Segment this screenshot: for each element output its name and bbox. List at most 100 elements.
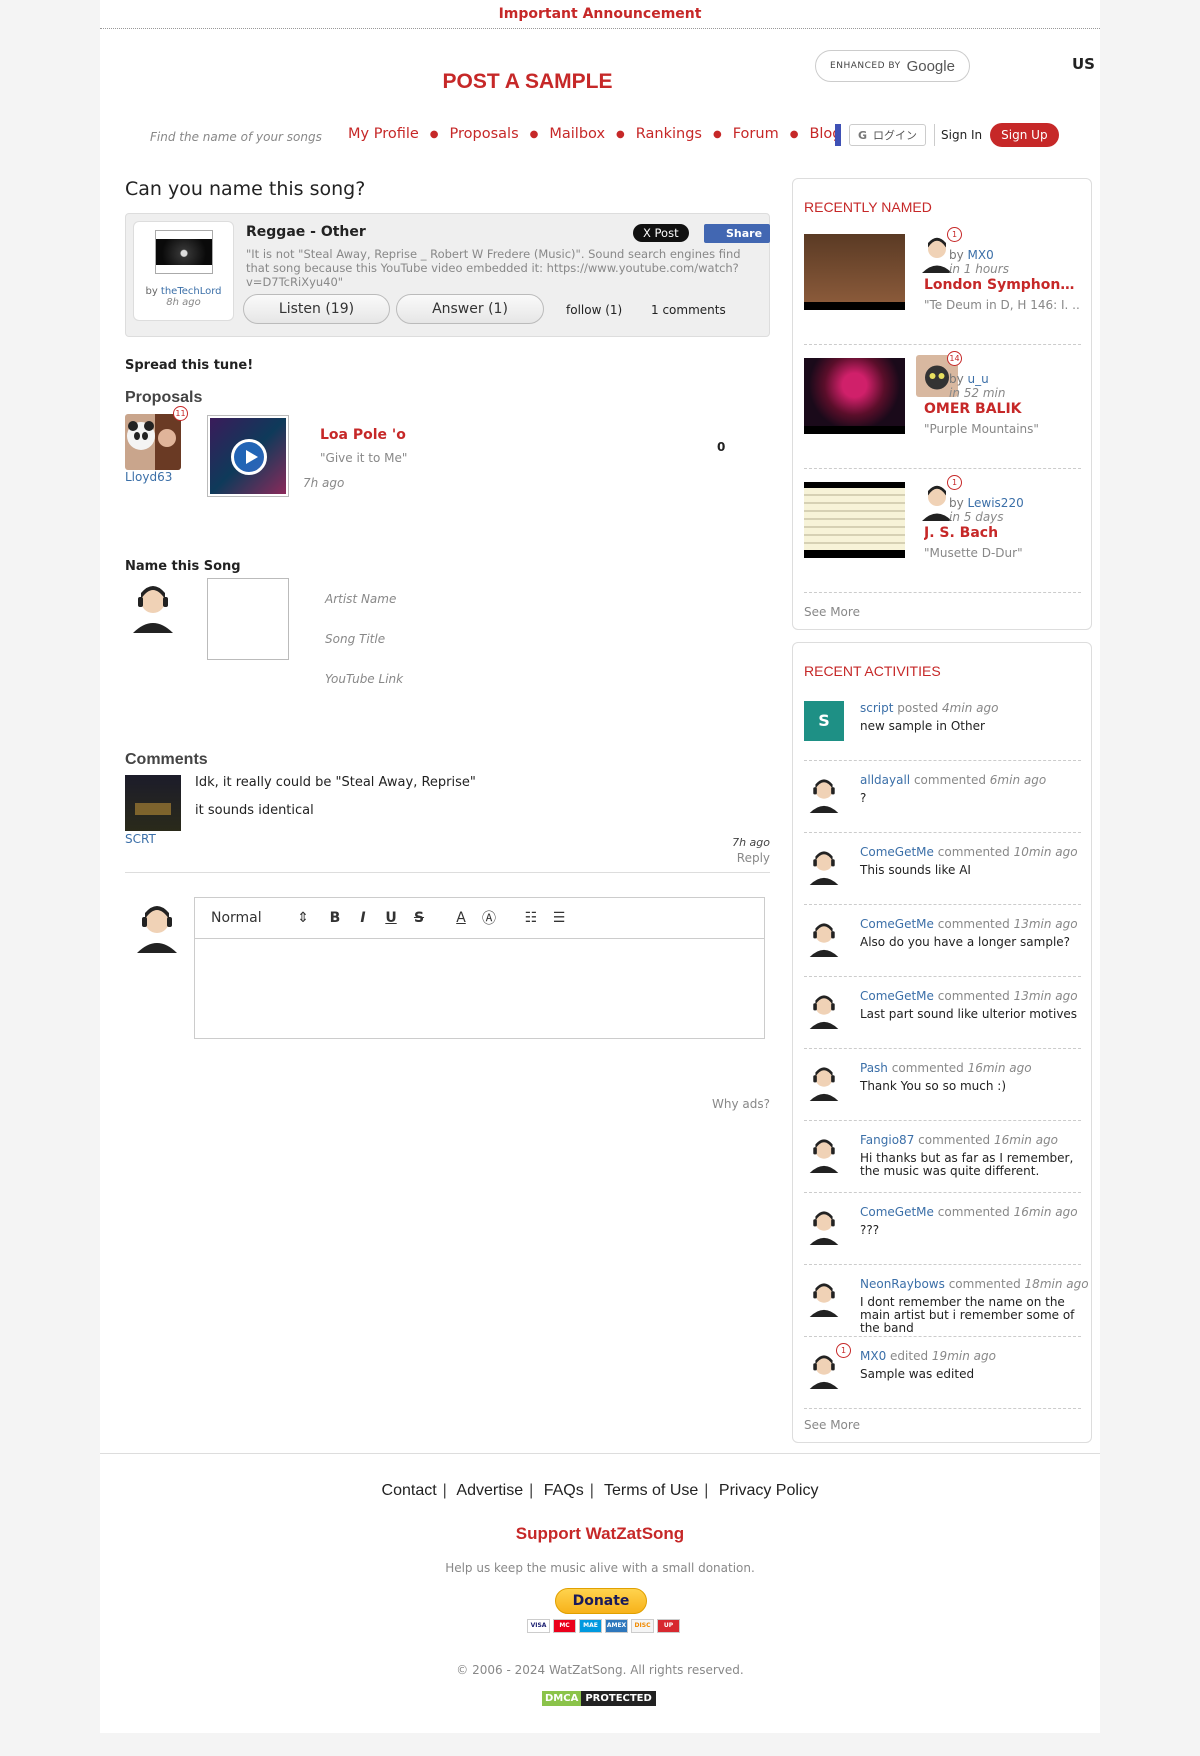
nav-my-profile[interactable]: My Profile <box>348 126 419 142</box>
recent-thumb[interactable] <box>804 358 905 434</box>
recently-named-see-more[interactable]: See More <box>804 605 860 619</box>
activity-item[interactable]: ComeGetMe commented 16min ago??? <box>804 1193 1081 1265</box>
activity-text[interactable]: Thank You so so much :) <box>860 1080 1081 1093</box>
proposal-artist[interactable]: Loa Pole 'o <box>320 427 406 443</box>
footer-contact-link[interactable]: Contact <box>382 1482 437 1499</box>
recent-user-link[interactable]: Lewis220 <box>968 496 1024 510</box>
listen-button[interactable]: Listen (19) <box>243 294 390 324</box>
ordered-list-icon[interactable]: ☷ <box>517 910 545 926</box>
nav-rankings[interactable]: Rankings <box>636 126 702 142</box>
nav-proposals[interactable]: Proposals <box>450 126 519 142</box>
recently-named-item[interactable]: 14 by u_u in 52 min OMER BALIK "Purple M… <box>804 345 1081 469</box>
sign-in-link[interactable]: Sign In <box>934 124 982 146</box>
format-select[interactable]: Normal ⇕ <box>211 910 321 926</box>
footer-faqs-link[interactable]: FAQs <box>544 1482 584 1499</box>
announcement-bar[interactable]: Important Announcement <box>100 0 1100 29</box>
activity-avatar[interactable] <box>804 989 844 1029</box>
commenter-avatar[interactable] <box>125 775 181 831</box>
activity-text[interactable]: ??? <box>860 1224 1081 1237</box>
x-post-button[interactable]: X Post <box>633 224 689 242</box>
activity-avatar[interactable] <box>804 773 844 813</box>
recent-user-link[interactable]: u_u <box>968 372 989 386</box>
facebook-login-edge[interactable] <box>835 124 841 146</box>
footer-advertise-link[interactable]: Advertise <box>456 1482 523 1499</box>
activity-text[interactable]: Also do you have a longer sample? <box>860 936 1081 949</box>
nav-forum[interactable]: Forum <box>733 126 779 142</box>
activity-avatar[interactable] <box>804 917 844 957</box>
activity-user-link[interactable]: MX0 <box>860 1349 886 1363</box>
uploader-avatar[interactable] <box>154 230 213 274</box>
recent-artist[interactable]: London Symphony ... <box>924 277 1081 293</box>
answer-button[interactable]: Answer (1) <box>396 294 544 324</box>
recent-artist[interactable]: OMER BALIK <box>924 401 1081 417</box>
footer-terms-link[interactable]: Terms of Use <box>604 1482 698 1499</box>
activity-user-link[interactable]: alldayall <box>860 773 910 787</box>
activity-user-link[interactable]: NeonRaybows <box>860 1277 945 1291</box>
recent-user-link[interactable]: MX0 <box>968 248 994 262</box>
activity-item[interactable]: ComeGetMe commented 13min ago Also do you… <box>804 905 1081 977</box>
donate-button[interactable]: Donate <box>555 1588 647 1614</box>
song-title-input[interactable]: Song Title <box>325 632 385 646</box>
comment-editor[interactable]: Normal ⇕ B I U S A Ⓐ ☷ ☰ <box>194 897 765 1039</box>
sign-up-button[interactable]: Sign Up <box>990 123 1059 147</box>
activity-avatar[interactable]: S <box>804 701 844 741</box>
text-color-icon[interactable]: A <box>447 910 475 926</box>
footer-privacy-link[interactable]: Privacy Policy <box>719 1482 819 1499</box>
activity-user-link[interactable]: Pash <box>860 1061 888 1075</box>
activity-text[interactable]: ? <box>860 792 1081 805</box>
strike-icon[interactable]: S <box>405 910 433 926</box>
activity-avatar[interactable] <box>804 845 844 885</box>
activity-text[interactable]: I dont remember the name on the main art… <box>860 1296 1081 1335</box>
activity-text[interactable]: new sample in Other <box>860 720 1081 733</box>
activity-item[interactable]: alldayall commented 6min ago? <box>804 761 1081 833</box>
comments-count-link[interactable]: 1 comments <box>651 303 726 317</box>
uploader-link[interactable]: theTechLord <box>161 286 222 297</box>
uploader-card[interactable]: by theTechLord 8h ago <box>133 221 234 321</box>
activity-item[interactable]: ComeGetMe commented 10min ago This sounds… <box>804 833 1081 905</box>
google-search-box[interactable]: ENHANCED BY Google <box>815 50 970 82</box>
language-selector[interactable]: US <box>1072 55 1095 73</box>
activity-text[interactable]: Last part sound like ulterior motives <box>860 1008 1081 1021</box>
nav-mailbox[interactable]: Mailbox <box>549 126 605 142</box>
recent-activities-see-more[interactable]: See More <box>804 1418 860 1432</box>
activity-user-link[interactable]: ComeGetMe <box>860 845 934 859</box>
activity-avatar[interactable] <box>804 1061 844 1101</box>
proposer-link[interactable]: Lloyd63 <box>125 470 172 484</box>
activity-text[interactable]: This sounds like AI <box>860 864 1081 877</box>
activity-item[interactable]: NeonRaybows commented 18min ago I dont re… <box>804 1265 1089 1337</box>
activity-avatar[interactable] <box>804 1277 844 1317</box>
activity-user-link[interactable]: ComeGetMe <box>860 917 934 931</box>
artist-name-input[interactable]: Artist Name <box>325 592 396 606</box>
recently-named-item[interactable]: 1 by Lewis220 in 5 days J. S. Bach "Muse… <box>804 469 1081 593</box>
activity-text[interactable]: Hi thanks but as far as I remember, the … <box>860 1152 1081 1178</box>
bold-icon[interactable]: B <box>321 910 349 926</box>
youtube-link-input[interactable]: YouTube Link <box>325 672 403 686</box>
dmca-badge[interactable]: DMCA PROTECTED <box>542 1691 656 1706</box>
recent-thumb[interactable] <box>804 482 905 558</box>
recently-named-item[interactable]: 1 by MX0 in 1 hours London Symphony ... … <box>804 221 1081 345</box>
activity-item[interactable]: Pash commented 16min ago Thank You so so … <box>804 1049 1081 1121</box>
activity-text[interactable]: Sample was edited <box>860 1368 1081 1381</box>
follow-link[interactable]: follow (1) <box>566 303 622 317</box>
activity-item[interactable]: Sscript posted 4min ago new sample in Oth… <box>804 689 1081 761</box>
facebook-share-button[interactable]: Share <box>704 224 771 243</box>
activity-item[interactable]: 1 MX0 edited 19min ago Sample was edited <box>804 1337 1081 1409</box>
activity-item[interactable]: Fangio87 commented 16min ago Hi thanks bu… <box>804 1121 1081 1193</box>
activity-user-link[interactable]: Fangio87 <box>860 1133 914 1147</box>
bullet-list-icon[interactable]: ☰ <box>545 910 573 926</box>
activity-user-link[interactable]: ComeGetMe <box>860 989 934 1003</box>
recent-artist[interactable]: J. S. Bach <box>924 525 1081 541</box>
commenter-link[interactable]: SCRT <box>125 832 156 846</box>
proposer-avatar[interactable] <box>125 414 181 470</box>
underline-icon[interactable]: U <box>377 910 405 926</box>
activity-avatar[interactable] <box>804 1205 844 1245</box>
highlight-icon[interactable]: Ⓐ <box>475 908 503 928</box>
play-icon[interactable] <box>231 439 267 475</box>
why-ads-link[interactable]: Why ads? <box>700 1097 770 1111</box>
google-login-button[interactable]: G ログイン <box>849 124 927 146</box>
activity-item[interactable]: ComeGetMe commented 13min ago Last part s… <box>804 977 1081 1049</box>
activity-user-link[interactable]: ComeGetMe <box>860 1205 934 1219</box>
activity-avatar[interactable] <box>804 1133 844 1173</box>
recent-thumb[interactable] <box>804 234 905 310</box>
italic-icon[interactable]: I <box>349 910 377 926</box>
